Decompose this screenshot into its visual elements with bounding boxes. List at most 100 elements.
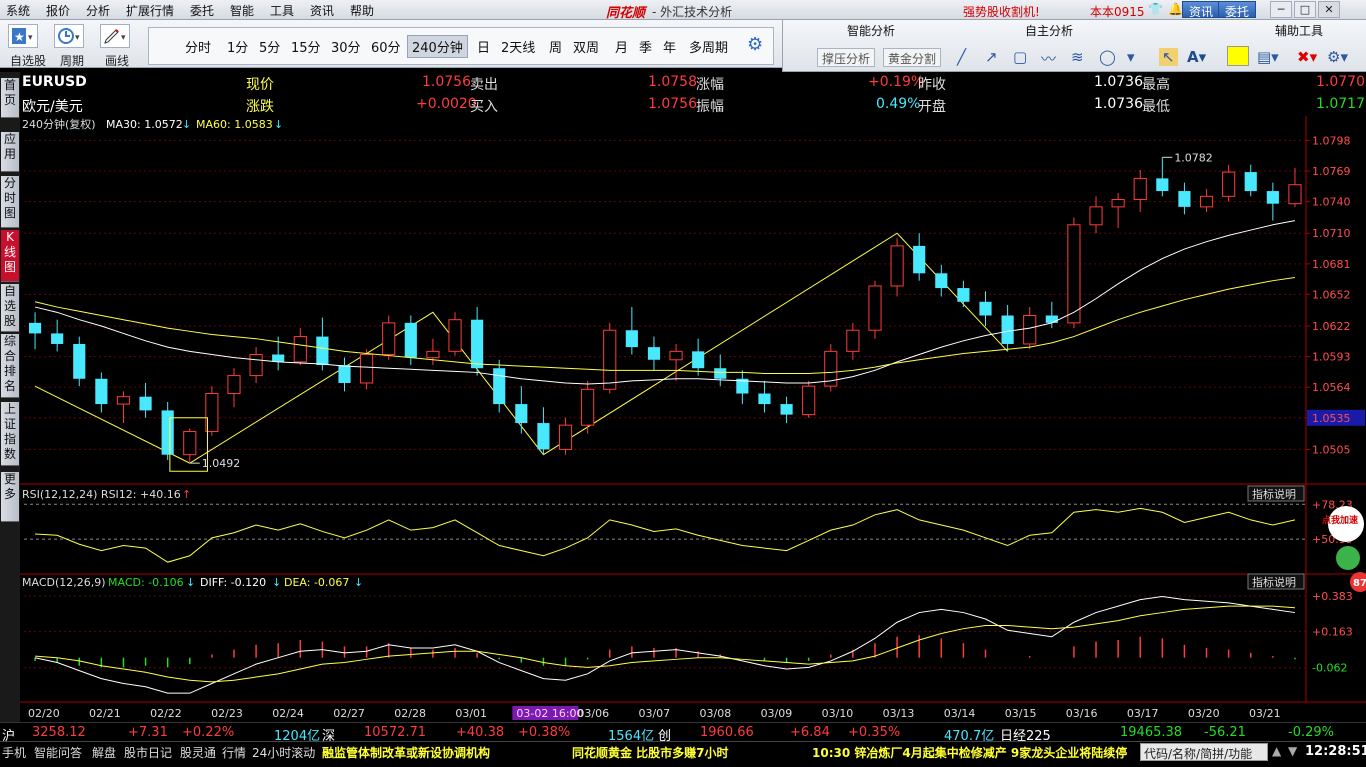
period-2day[interactable]: 2天线: [501, 37, 535, 56]
bottom-tab-stockassist[interactable]: 股灵通: [180, 744, 216, 761]
settings-gear-icon[interactable]: ⚙▾: [1327, 48, 1348, 66]
style-tool-icon[interactable]: ▤▾: [1257, 48, 1279, 66]
color-swatch-icon[interactable]: [1227, 46, 1249, 66]
promo-notice[interactable]: 强势股收割机!: [963, 3, 1040, 20]
support-resistance-button[interactable]: 撑压分析: [817, 48, 876, 67]
ellipse-tool-icon[interactable]: ◯: [1099, 48, 1116, 66]
wave-tool-icon[interactable]: 〰: [1041, 48, 1056, 69]
candle-body-up: [1067, 224, 1081, 324]
maximize-icon[interactable]: □: [1294, 1, 1316, 18]
macd-help-button[interactable]: 指标说明: [1252, 575, 1296, 589]
rect-tool-icon[interactable]: ▢: [1013, 48, 1027, 66]
period-clock-icon[interactable]: ▾: [54, 24, 84, 48]
period-5m[interactable]: 5分: [259, 37, 280, 56]
sidebar-tab-apps[interactable]: 应用: [1, 132, 19, 172]
search-dropdown-icon[interactable]: ▲: [1272, 744, 1281, 758]
news-button[interactable]: 资讯: [1182, 1, 1221, 19]
news-ticker-3[interactable]: 10:30 锌冶炼厂4月起集中检修减产 9家龙头企业将陆续停: [812, 744, 1136, 761]
bottom-tab-qa[interactable]: 智能问答: [34, 744, 82, 761]
nikkei-value[interactable]: 19465.38: [1120, 725, 1182, 740]
shirt-icon[interactable]: 👕: [1148, 2, 1163, 16]
sh-pct: +0.22%: [182, 725, 235, 740]
period-60m[interactable]: 60分: [371, 37, 401, 56]
sidebar-tab-watchlist[interactable]: 自选股: [1, 284, 19, 332]
price-tick-label: 1.0681: [1312, 258, 1351, 271]
sidebar-tab-home[interactable]: 首页: [1, 78, 19, 118]
gear-icon[interactable]: ⚙: [747, 34, 763, 55]
kline-chart[interactable]: 1.0798 1.0769 1.0740 1.0710 1.0681 1.0652 1.06…: [20, 116, 1366, 736]
code-search-input[interactable]: 代码/名称/简拼/功能: [1140, 743, 1268, 761]
menu-quote[interactable]: 报价: [46, 2, 70, 19]
period-2week[interactable]: 双周: [573, 37, 599, 56]
candle-body-down: [161, 410, 174, 455]
menu-bar: 系统 报价 分析 扩展行情 委托 智能 工具 资讯 帮助 同花顺 - 外汇技术分…: [0, 0, 1366, 21]
rsi-label: RSI(12,12,24) RSI12: +40.16: [22, 488, 181, 501]
trade-button[interactable]: 委托: [1218, 1, 1257, 19]
search-dropdown-icon-2[interactable]: ▼: [1288, 744, 1297, 758]
sidebar-tab-ranking[interactable]: 综合排名: [1, 334, 19, 398]
menu-help[interactable]: 帮助: [350, 2, 374, 19]
low-value: 1.0717: [1316, 96, 1365, 112]
bottom-tab-diary[interactable]: 股市日记: [124, 744, 172, 761]
menu-smart[interactable]: 智能: [230, 2, 254, 19]
period-30m[interactable]: 30分: [331, 37, 361, 56]
bell-icon[interactable]: 🔔: [1168, 2, 1183, 16]
period-year[interactable]: 年: [663, 37, 676, 56]
period-15m[interactable]: 15分: [291, 37, 321, 56]
menu-extended[interactable]: 扩展行情: [126, 2, 174, 19]
period-day[interactable]: 日: [477, 37, 490, 56]
draw-pencil-icon[interactable]: ▾: [100, 24, 130, 48]
delete-icon[interactable]: ✖▾: [1297, 48, 1317, 66]
open-label: 开盘: [918, 99, 946, 115]
period-month[interactable]: 月: [615, 37, 628, 56]
period-week[interactable]: 周: [549, 37, 562, 56]
buy-value: 1.0756: [648, 96, 697, 112]
self-select-star-icon[interactable]: ★ ▾: [8, 24, 38, 48]
x-axis-label: 03/21: [1249, 707, 1281, 720]
analysis-panel: 智能分析 自主分析 辅助工具 撑压分析 黄金分割 ╱ ↗ ▢ 〰 ≋ ◯ ▾ ↖…: [782, 20, 1366, 72]
rsi-help-button[interactable]: 指标说明: [1252, 487, 1296, 501]
bottom-tab-24h[interactable]: 24小时滚动: [252, 744, 315, 761]
sz-value[interactable]: 10572.71: [364, 725, 426, 740]
news-ticker-1[interactable]: 融监管体制改革或新设协调机构: [322, 744, 490, 761]
menu-tools[interactable]: 工具: [270, 2, 294, 19]
text-tool-icon[interactable]: A▾: [1187, 48, 1206, 66]
candle-body-down: [1244, 172, 1257, 192]
period-quarter[interactable]: 季: [639, 37, 652, 56]
nikkei-change: -56.21: [1204, 725, 1246, 740]
menu-trade[interactable]: 委托: [190, 2, 214, 19]
line-tool-icon[interactable]: ╱: [957, 48, 966, 66]
sidebar-tab-more[interactable]: 更多: [1, 472, 19, 522]
cursor-icon[interactable]: ↖: [1159, 48, 1178, 66]
minimize-icon[interactable]: ─: [1270, 1, 1292, 18]
bottom-tab-market[interactable]: 行情: [222, 744, 246, 761]
sidebar-tab-kline[interactable]: K线图: [1, 230, 19, 282]
sidebar-tab-shanghai-index[interactable]: 上证指数: [1, 402, 19, 466]
cy-value[interactable]: 1960.66: [700, 725, 754, 740]
menu-analysis[interactable]: 分析: [86, 2, 110, 19]
news-ticker-2[interactable]: 同花顺黄金 比股市多赚7小时: [572, 744, 729, 761]
x-axis-label: 02/22: [150, 707, 182, 720]
menu-news[interactable]: 资讯: [310, 2, 334, 19]
more-tools-icon[interactable]: ▾: [1127, 48, 1135, 66]
period-tick[interactable]: 分时: [185, 37, 211, 56]
candle-body-up: [1023, 314, 1037, 345]
golden-ratio-button[interactable]: 黄金分割: [883, 48, 942, 67]
period-multi[interactable]: 多周期: [689, 37, 728, 56]
open-value: 1.0736: [1094, 96, 1143, 112]
sidebar-tab-intraday[interactable]: 分时图: [1, 176, 19, 228]
period-1m[interactable]: 1分: [227, 37, 248, 56]
menu-system[interactable]: 系统: [6, 2, 30, 19]
low-annotation: 1.0492: [202, 457, 241, 470]
ray-tool-icon[interactable]: ↗: [985, 48, 998, 66]
price-tick-label: 1.0652: [1312, 288, 1351, 301]
bottom-tab-mobile[interactable]: 手机: [2, 744, 26, 761]
x-axis-label: 03/08: [700, 707, 732, 720]
sh-value[interactable]: 3258.12: [32, 725, 86, 740]
candle-body-down: [139, 396, 152, 411]
close-icon[interactable]: ✕: [1318, 1, 1340, 18]
period-240m[interactable]: 240分钟: [407, 35, 468, 58]
bottom-tab-review[interactable]: 解盘: [92, 744, 116, 761]
zigzag-tool-icon[interactable]: ≋: [1071, 48, 1084, 66]
username[interactable]: 本本0915: [1090, 3, 1145, 20]
